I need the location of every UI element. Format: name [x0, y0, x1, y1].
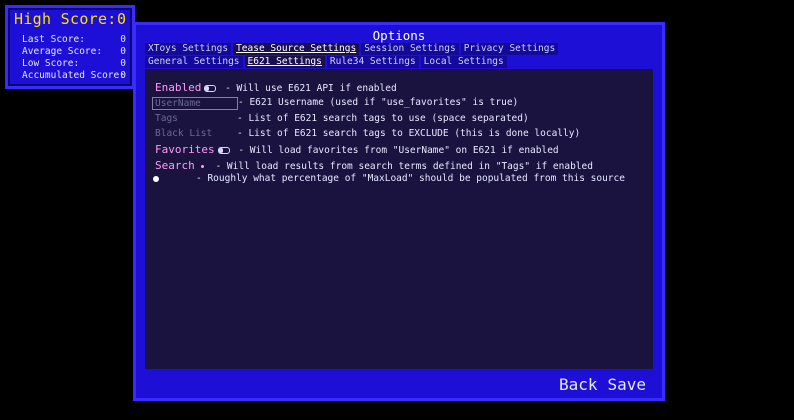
tab-xtoys-settings[interactable]: XToys Settings [145, 43, 232, 55]
low-score-row: Low Score: 0 [22, 58, 126, 70]
average-score-value: 0 [120, 46, 126, 57]
options-title: Options [372, 28, 426, 43]
last-score-row: Last Score: 0 [22, 34, 126, 46]
maxload-slider[interactable] [153, 173, 193, 185]
tab-general-settings[interactable]: General Settings [145, 56, 243, 68]
footer-buttons: Back Save [559, 375, 646, 394]
high-score-value: 0 [116, 10, 126, 28]
favorites-desc: - Will load favorites from "UserName" on… [238, 145, 559, 156]
username-desc: - E621 Username (used if "use_favorites"… [238, 97, 519, 108]
favorites-toggle[interactable] [217, 147, 230, 154]
tab-privacy-settings[interactable]: Privacy Settings [460, 43, 559, 55]
high-score-panel: High Score: 0 Last Score: 0 Average Scor… [5, 5, 135, 89]
tab-tease-source-settings[interactable]: Tease Source Settings [233, 43, 360, 55]
back-button[interactable]: Back [559, 375, 598, 394]
average-score-label: Average Score: [22, 46, 103, 57]
maxload-desc: - Roughly what percentage of "MaxLoad" s… [196, 173, 625, 184]
last-score-label: Last Score: [22, 34, 85, 45]
tags-input[interactable]: Tags [153, 113, 235, 125]
search-desc: - Will load results from search terms de… [215, 161, 593, 172]
low-score-label: Low Score: [22, 58, 80, 69]
tab-session-settings[interactable]: Session Settings [361, 43, 459, 55]
source-tabs: General Settings E621 Settings Rule34 Se… [145, 56, 507, 68]
tags-desc: - List of E621 search tags to use (space… [237, 113, 529, 124]
enabled-row: Enabled - Will use E621 API if enabled [155, 81, 397, 95]
accumulated-score-row: Accumulated Score: 0 [22, 70, 126, 82]
high-score-title: High Score: [14, 10, 117, 28]
average-score-row: Average Score: 0 [22, 46, 126, 58]
options-window: Options XToys Settings Tease Source Sett… [133, 22, 665, 401]
low-score-value: 0 [120, 58, 126, 69]
username-input[interactable]: UserName [152, 97, 238, 110]
accumulated-score-value: 0 [120, 70, 126, 81]
settings-content: Enabled - Will use E621 API if enabled U… [145, 69, 653, 369]
blacklist-input[interactable]: Black List [153, 128, 235, 140]
accumulated-score-label: Accumulated Score: [22, 70, 125, 81]
favorites-row: Favorites - Will load favorites from "Us… [155, 143, 559, 157]
enabled-toggle[interactable] [204, 85, 217, 92]
last-score-value: 0 [120, 34, 126, 45]
enabled-desc: - Will use E621 API if enabled [225, 83, 397, 94]
favorites-label: Favorites [155, 143, 215, 156]
tab-rule34-settings[interactable]: Rule34 Settings [326, 56, 419, 68]
enabled-label: Enabled [155, 81, 202, 94]
search-row: Search - Will load results from search t… [155, 159, 593, 173]
tab-e621-settings[interactable]: E621 Settings [244, 56, 325, 68]
search-checkbox[interactable] [200, 165, 204, 168]
search-label: Search [155, 159, 195, 172]
blacklist-desc: - List of E621 search tags to EXCLUDE (t… [237, 128, 581, 139]
tab-local-settings[interactable]: Local Settings [420, 56, 507, 68]
save-button[interactable]: Save [607, 375, 646, 394]
maxload-slider-knob[interactable] [153, 176, 159, 182]
top-tabs: XToys Settings Tease Source Settings Ses… [145, 43, 559, 55]
